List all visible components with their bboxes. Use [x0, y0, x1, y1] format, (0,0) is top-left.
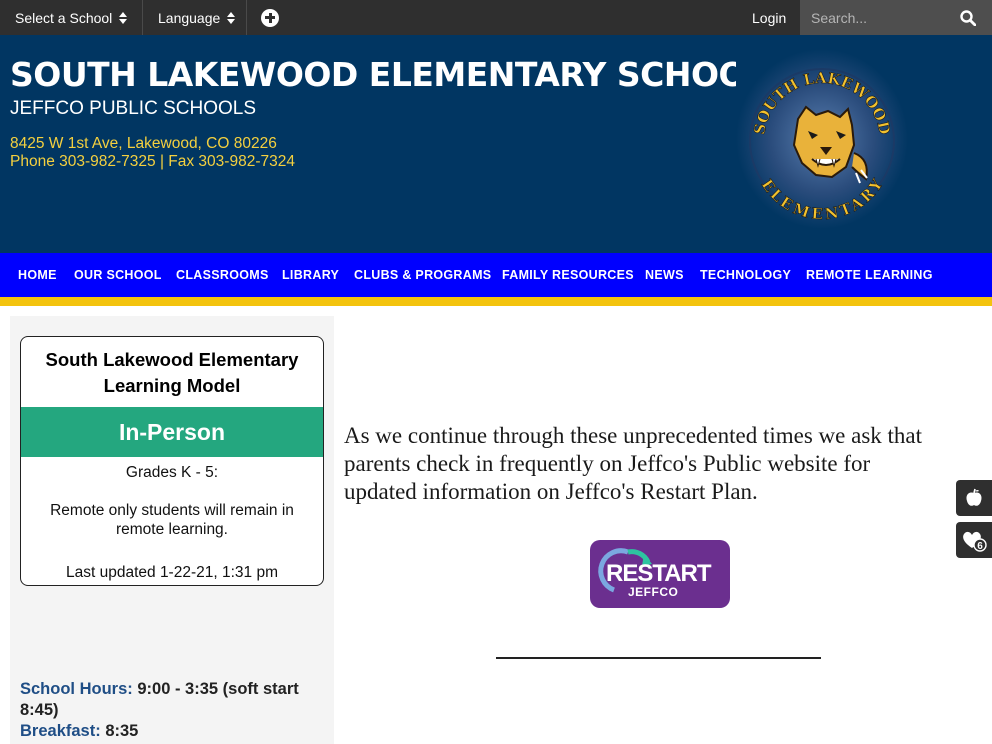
- school-mascot-logo[interactable]: SOUTH LAKEWOOD ELEMENTARY: [736, 49, 908, 229]
- site-header: SOUTH LAKEWOOD ELEMENTARY SCHOOL JEFFCO …: [0, 35, 992, 253]
- nav-library[interactable]: LIBRARY: [282, 253, 339, 297]
- sidebar: South Lakewood Elementary Learning Model…: [10, 316, 334, 744]
- search-icon[interactable]: [960, 10, 976, 26]
- language-label: Language: [158, 9, 221, 26]
- favorites-widget-button[interactable]: 6: [956, 522, 992, 558]
- nav-home[interactable]: HOME: [18, 253, 57, 297]
- grades-text: Grades K - 5:: [125, 464, 219, 481]
- search-input[interactable]: [800, 0, 950, 35]
- school-name[interactable]: SOUTH LAKEWOOD ELEMENTARY SCHOOL: [10, 55, 767, 94]
- school-hours: School Hours: 9:00 - 3:35 (soft start 8:…: [20, 679, 320, 721]
- school-address: 8425 W 1st Ave, Lakewood, CO 80226: [10, 135, 277, 152]
- heart-icon: 6: [963, 531, 987, 552]
- nav-accent-stripe: [0, 297, 992, 306]
- nav-remote-learning[interactable]: REMOTE LEARNING: [806, 253, 933, 297]
- nav-classrooms[interactable]: CLASSROOMS: [176, 253, 269, 297]
- login-link[interactable]: Login: [752, 0, 786, 35]
- language-dropdown[interactable]: Language: [158, 0, 236, 35]
- apple-icon: [966, 488, 982, 506]
- nav-family-resources[interactable]: FAMILY RESOURCES: [502, 253, 634, 297]
- nav-technology[interactable]: TECHNOLOGY: [700, 253, 791, 297]
- apple-widget-button[interactable]: [956, 480, 992, 516]
- main-announcement: As we continue through these unprecedent…: [344, 423, 923, 504]
- select-school-label: Select a School: [15, 9, 113, 26]
- restart-sub: JEFFCO: [628, 585, 679, 599]
- plus-circle-icon: [261, 8, 279, 27]
- content-divider: [496, 657, 821, 659]
- last-updated-text: Last updated 1-22-21, 1:31 pm: [66, 564, 278, 581]
- breakfast-value: 8:35: [105, 722, 139, 740]
- learning-model-status: In-Person: [21, 407, 323, 457]
- select-school-dropdown[interactable]: Select a School: [15, 0, 128, 35]
- remote-note-line1: Remote only students will remain in: [50, 502, 294, 519]
- topbar-divider: [142, 0, 143, 35]
- district-name: JEFFCO PUBLIC SCHOOLS: [10, 98, 256, 119]
- main-navigation: HOME OUR SCHOOL CLASSROOMS LIBRARY CLUBS…: [0, 253, 992, 297]
- breakfast-label: Breakfast:: [20, 722, 101, 740]
- restart-word: RESTART: [606, 560, 712, 587]
- learning-model-title: South Lakewood Elementary Learning Model: [45, 349, 299, 396]
- learning-model-card: South Lakewood Elementary Learning Model…: [20, 336, 324, 586]
- nav-news[interactable]: NEWS: [645, 253, 684, 297]
- add-shortcut-button[interactable]: [261, 0, 279, 35]
- breakfast-hours: Breakfast: 8:35: [20, 721, 320, 742]
- login-label: Login: [752, 9, 787, 26]
- restart-jeffco-logo[interactable]: RESTART JEFFCO: [590, 540, 730, 608]
- remote-note-line2: remote learning.: [115, 521, 228, 538]
- sort-arrows-icon: [119, 11, 128, 24]
- school-hours-value2: 8:45): [20, 701, 59, 719]
- school-hours-label: School Hours:: [20, 680, 133, 698]
- nav-clubs-programs[interactable]: CLUBS & PROGRAMS: [354, 253, 491, 297]
- topbar-divider: [246, 0, 247, 35]
- school-phone: Phone 303-982-7325 | Fax 303-982-7324: [10, 153, 295, 170]
- favorites-count-badge: 6: [977, 541, 983, 552]
- sort-arrows-icon: [227, 11, 236, 24]
- nav-our-school[interactable]: OUR SCHOOL: [74, 253, 162, 297]
- search-box: [800, 0, 992, 35]
- school-hours-value: 9:00 - 3:35 (soft start: [137, 680, 299, 698]
- top-utility-bar: Select a School Language Login: [0, 0, 992, 35]
